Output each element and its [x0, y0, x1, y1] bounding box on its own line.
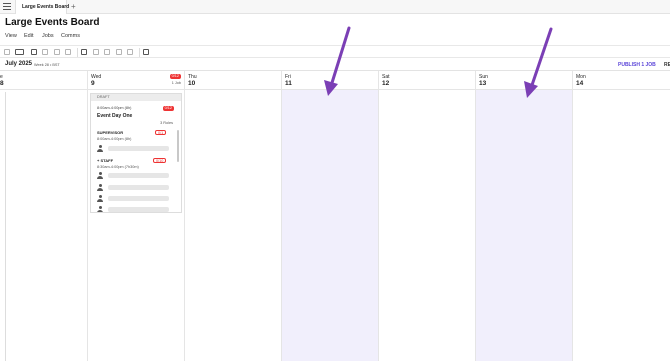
annotation-arrow-fri	[324, 26, 351, 96]
annotation-arrows	[324, 26, 553, 98]
annotation-arrow-sun	[524, 27, 553, 98]
